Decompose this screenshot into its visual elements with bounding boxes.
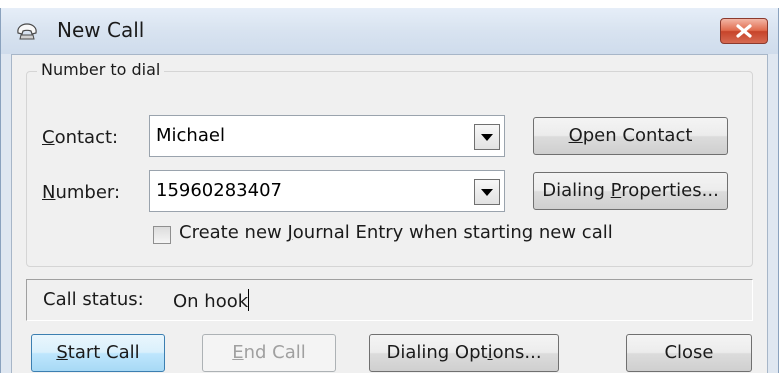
dialog-client-area: Number to dial Contact: Michael Open Con…	[11, 54, 768, 373]
number-dropdown-button[interactable]	[474, 179, 500, 205]
close-window-button[interactable]	[720, 18, 768, 44]
contact-combobox[interactable]: Michael	[149, 115, 505, 157]
call-status-label: Call status:	[43, 289, 144, 310]
call-status-panel: Call status: On hook	[26, 279, 753, 321]
open-contact-button[interactable]: Open Contact	[533, 117, 728, 155]
chevron-down-icon	[481, 134, 493, 141]
window-title: New Call	[57, 18, 145, 42]
contact-dropdown-button[interactable]	[474, 124, 500, 150]
end-call-button[interactable]: End Call	[202, 334, 336, 372]
title-bar: New Call	[1, 8, 778, 54]
contact-label: Contact:	[42, 127, 119, 148]
top-strip	[0, 0, 779, 8]
chevron-down-icon	[481, 189, 493, 196]
call-status-value: On hook	[173, 289, 250, 312]
new-call-dialog: New Call Number to dial Contact: Michael…	[0, 8, 779, 373]
number-label: Number:	[42, 182, 121, 203]
number-to-dial-group: Number to dial Contact: Michael Open Con…	[26, 60, 753, 267]
close-button[interactable]: Close	[626, 334, 752, 372]
number-value: 15960283407	[156, 180, 282, 201]
phone-icon	[17, 23, 37, 40]
group-legend: Number to dial	[37, 60, 165, 79]
close-icon	[736, 24, 752, 38]
dialing-properties-button[interactable]: Dialing Properties...	[533, 172, 728, 210]
contact-value: Michael	[156, 125, 225, 146]
journal-entry-checkbox[interactable]	[153, 226, 171, 244]
journal-entry-label: Create new Journal Entry when starting n…	[179, 222, 613, 243]
number-combobox[interactable]: 15960283407	[149, 170, 505, 212]
start-call-button[interactable]: Start Call	[31, 334, 165, 372]
dialing-options-button[interactable]: Dialing Options...	[369, 334, 559, 372]
